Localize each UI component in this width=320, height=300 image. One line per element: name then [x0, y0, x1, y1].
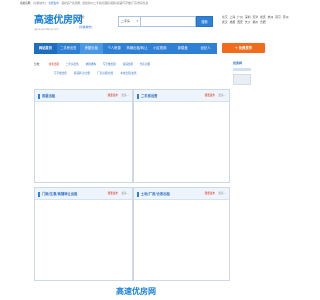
current-city: 宿松	[79, 15, 85, 19]
title-marker	[38, 93, 40, 99]
hot-city-link[interactable]: 合肥	[260, 20, 266, 24]
panel-rent: 房屋出租 我要发布 更多...	[34, 89, 133, 183]
nav-item-sale[interactable]: 二手房出售	[57, 43, 80, 54]
top-switch-city-link[interactable]: [切换城市]	[33, 2, 45, 5]
hot-city-link[interactable]: 武汉	[222, 20, 228, 24]
panel-post-link[interactable]: 我要发布	[108, 188, 118, 200]
hot-city-link[interactable]: 北京	[222, 15, 228, 19]
hot-city-link[interactable]: 杭州	[268, 15, 274, 19]
panel-title-text: 土地/厂房/仓库出租	[141, 192, 170, 196]
search-bar: 二手房 ▾ 搜索	[118, 16, 213, 27]
side-logo: 优房网	[233, 61, 243, 65]
panel-land: 土地/厂房/仓库出租 我要发布 更多...	[133, 187, 230, 281]
top-city: 宿松房网	[20, 2, 31, 5]
search-category-select[interactable]: 二手房 ▾	[118, 16, 140, 27]
panel-more-link[interactable]: 更多...	[218, 188, 226, 200]
filter-item[interactable]: 住宅出租	[49, 63, 59, 66]
side-bar	[233, 68, 251, 71]
nav-item-personal[interactable]: 个人房源	[103, 43, 126, 54]
top-post-link[interactable]: 免费发布	[48, 2, 58, 5]
panel-shop: 门面/生意/商铺转让出租 我要发布 更多...	[34, 187, 133, 281]
filter-item[interactable]: 车位出租/出售	[120, 72, 136, 75]
filter-item[interactable]: 商铺转让/出售	[74, 72, 90, 75]
hot-city-link[interactable]: 上海	[230, 15, 236, 19]
filter-item[interactable]: 写字楼出售	[54, 72, 67, 75]
filter-item[interactable]: 仓库出租	[140, 63, 150, 66]
post-free-button[interactable]: +免费发布	[222, 43, 265, 53]
panel-header: 二手房出售 我要发布 更多...	[134, 90, 229, 102]
search-category-value: 二手房	[121, 19, 131, 23]
filter-label: 分类：	[34, 63, 42, 66]
plus-icon: +	[234, 46, 238, 50]
panel-title[interactable]: 二手房出售	[137, 90, 157, 102]
chevron-down-icon: ▾	[136, 19, 138, 23]
title-marker	[38, 191, 40, 197]
hot-city-link[interactable]: 郑州	[252, 20, 258, 24]
footer-logo[interactable]: 高速优房网	[116, 286, 176, 298]
hot-city-link[interactable]: 西安	[237, 20, 243, 24]
panel-post-link[interactable]: 我要发布	[205, 188, 215, 200]
filter-item[interactable]: 二手房出售	[66, 63, 79, 66]
hot-city-link[interactable]: 长沙	[245, 20, 251, 24]
hot-city-link[interactable]: 成都	[230, 20, 236, 24]
filter-item[interactable]: 厂房出租/出售	[97, 72, 113, 75]
nav-item-home[interactable]: 网站首页	[34, 43, 57, 54]
panel-header: 门面/生意/商铺转让出租 我要发布 更多...	[35, 188, 132, 200]
category-filter: 分类： 住宅出租 二手房出售 求租求购 写字楼出租 商铺出租 仓库出租 写字楼出…	[34, 60, 230, 80]
logo-text: 高速优房网	[34, 15, 83, 26]
panel-header: 房屋出租 我要发布 更多...	[35, 90, 132, 102]
panel-sale: 二手房出售 我要发布 更多...	[133, 89, 230, 183]
hot-cities: 北京 上海 广州 深圳 天津 重庆 杭州 南京 苏州武汉 成都 西安 长沙 郑州 合肥	[222, 15, 294, 25]
panel-title-text: 二手房出售	[141, 94, 158, 98]
hot-city-link[interactable]: 重庆	[260, 15, 266, 19]
panel-title[interactable]: 房屋出租	[38, 90, 55, 102]
panel-title[interactable]: 土地/厂房/仓库出租	[137, 188, 170, 200]
side-thumbnail[interactable]	[233, 74, 251, 85]
panel-post-link[interactable]: 我要发布	[108, 90, 118, 102]
hot-city-link[interactable]: 深圳	[245, 15, 251, 19]
panel-title[interactable]: 门面/生意/商铺转让出租	[38, 188, 77, 200]
switch-city-link[interactable]: [切换城市]	[79, 25, 92, 29]
nav-item-agent[interactable]: 经纪人	[194, 43, 217, 54]
panel-more-link[interactable]: 更多...	[218, 90, 226, 102]
city-switcher: 宿松 [切换城市]	[79, 15, 92, 29]
hot-city-link[interactable]: 广州	[237, 15, 243, 19]
search-button[interactable]: 搜索	[196, 16, 213, 27]
hot-city-link[interactable]: 南京	[275, 15, 281, 19]
post-free-label: 免费发布	[238, 46, 253, 50]
top-hint-text: 宿松房产信息网：宿松房价/二手房/出租房/租房/商铺/写字楼/厂房/仓库信息	[61, 2, 149, 5]
filter-row-2: 写字楼出售 商铺转让/出售 厂房出租/出售 车位出租/出售	[54, 69, 143, 79]
top-bar: 宿松房网 [切换城市] 免费发布 宿松房产信息网：宿松房价/二手房/出租房/租房…	[0, 0, 300, 8]
panel-title-text: 房屋出租	[42, 94, 56, 98]
panel-more-link[interactable]: 更多...	[121, 188, 129, 200]
nav-item-shop[interactable]: 商铺出租/转让	[126, 43, 149, 54]
hot-city-link[interactable]: 天津	[252, 15, 258, 19]
side-widget: 优房网	[233, 61, 251, 85]
panel-post-link[interactable]: 我要发布	[205, 90, 215, 102]
hot-city-link[interactable]: 苏州	[283, 15, 289, 19]
main-nav: 网站首页 二手房出售 房屋出租 个人房源 商铺出租/转让 小区视频 新楼盘 经纪…	[34, 43, 217, 54]
nav-item-newhouse[interactable]: 新楼盘	[171, 43, 194, 54]
logo-subtext: gaosuyoufang.com	[34, 28, 59, 31]
panel-header: 土地/厂房/仓库出租 我要发布 更多...	[134, 188, 229, 200]
title-marker	[137, 191, 139, 197]
filter-item[interactable]: 商铺出租	[123, 63, 133, 66]
filter-item[interactable]: 求租求购	[86, 63, 96, 66]
nav-item-rent[interactable]: 房屋出租	[79, 43, 103, 54]
nav-item-video[interactable]: 小区视频	[148, 43, 171, 54]
panel-more-link[interactable]: 更多...	[121, 90, 129, 102]
search-input[interactable]	[140, 16, 196, 27]
filter-item[interactable]: 写字楼出租	[103, 63, 116, 66]
title-marker	[137, 93, 139, 99]
panel-title-text: 门面/生意/商铺转让出租	[42, 192, 78, 196]
